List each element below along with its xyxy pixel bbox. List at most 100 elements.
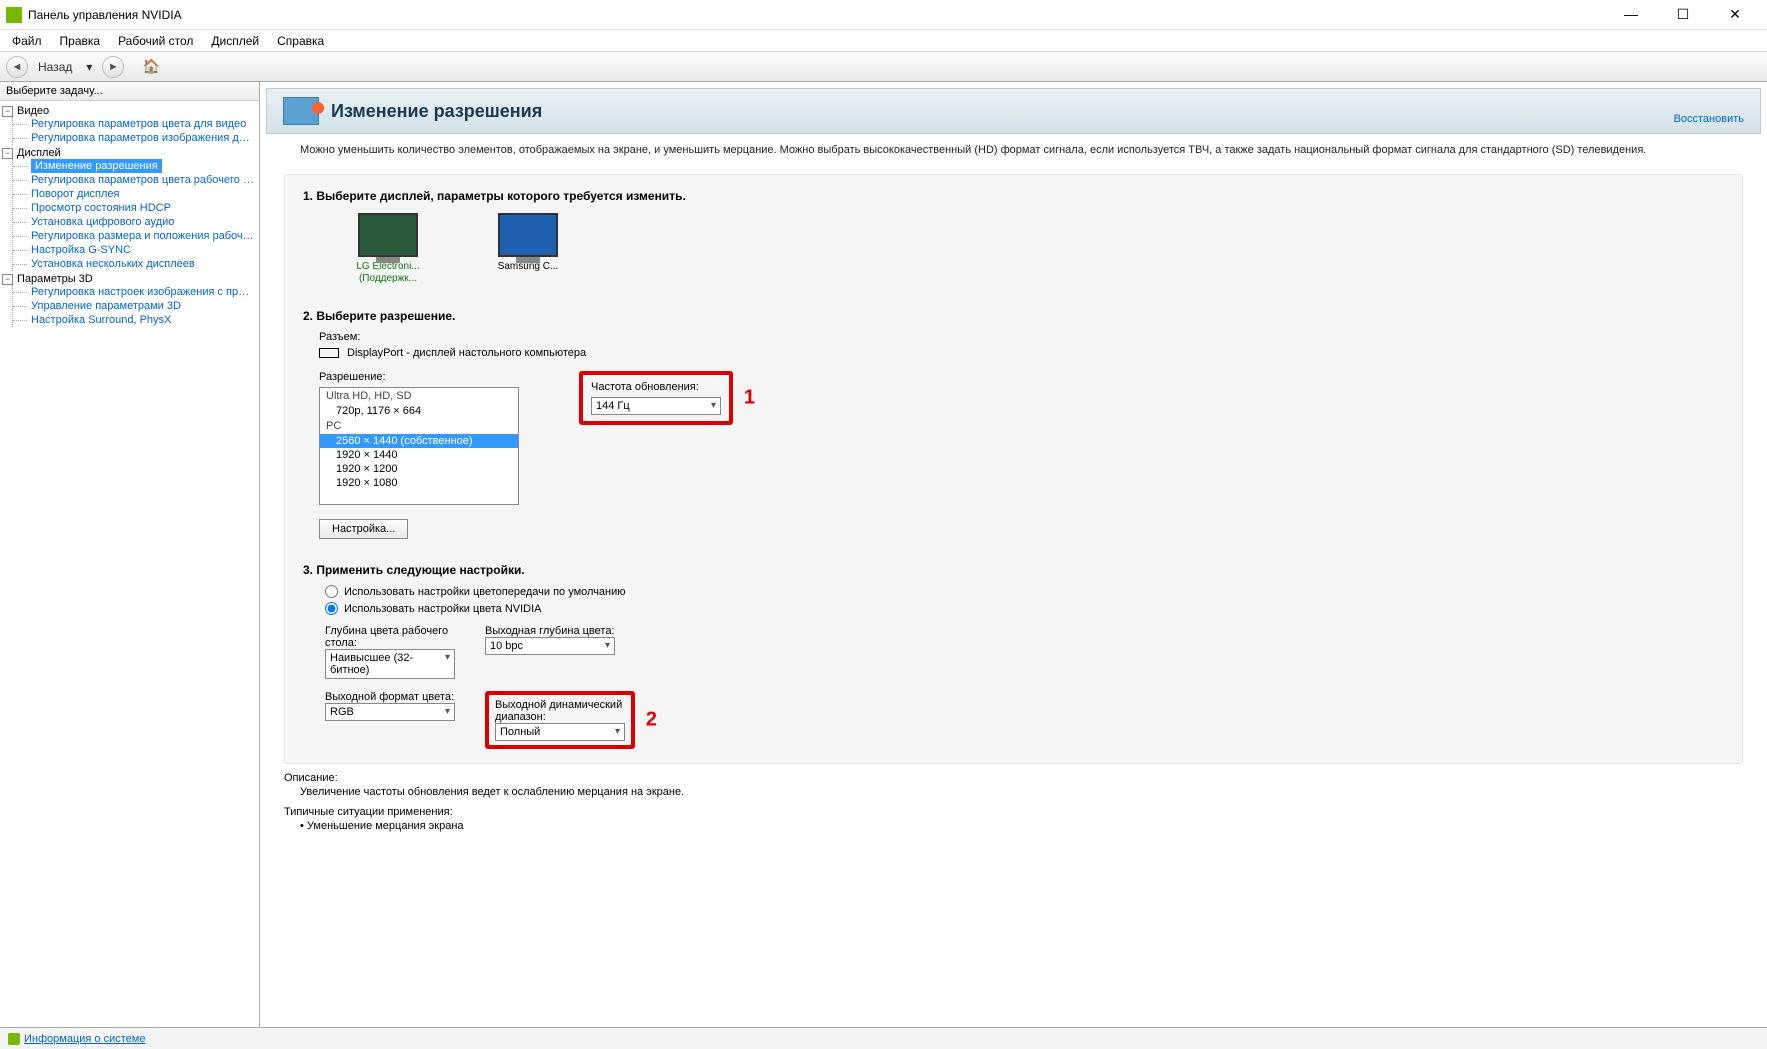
description-block: Описание: Увеличение частоты обновления …	[284, 772, 1743, 798]
info-icon	[8, 1033, 20, 1045]
close-button[interactable]: ✕	[1715, 6, 1755, 23]
resolution-listbox[interactable]: Ultra HD, HD, SD720p, 1176 × 664PC2560 ×…	[319, 387, 519, 505]
step1-title: 1. Выберите дисплей, параметры которого …	[303, 189, 1724, 203]
tree-item[interactable]: Регулировка параметров цвета рабочего ст…	[13, 173, 257, 187]
titlebar: Панель управления NVIDIA ― ☐ ✕	[0, 0, 1767, 30]
radio-nvidia-row[interactable]: Использовать настройки цвета NVIDIA	[325, 602, 1724, 615]
displayport-icon	[319, 348, 339, 358]
tree-category[interactable]: Параметры 3D	[17, 273, 93, 285]
output-range-dropdown[interactable]: Полный	[495, 723, 625, 741]
back-button[interactable]: ◄	[6, 56, 28, 78]
radio-nvidia-label: Использовать настройки цвета NVIDIA	[344, 603, 542, 615]
nvidia-icon	[6, 7, 22, 23]
tree-item[interactable]: Просмотр состояния HDCP	[13, 201, 257, 215]
radio-default[interactable]	[325, 585, 338, 598]
annotation-1: 1	[744, 387, 755, 410]
sidebar-header: Выберите задачу...	[0, 82, 259, 101]
sidebar: Выберите задачу... −ВидеоРегулировка пар…	[0, 82, 260, 1027]
system-info-link[interactable]: Информация о системе	[24, 1033, 145, 1045]
back-label: Назад	[34, 60, 76, 74]
tree-item[interactable]: Регулировка настроек изображения с просм…	[13, 285, 257, 299]
tree-item[interactable]: Регулировка параметров цвета для видео	[13, 117, 257, 131]
typical-block: Типичные ситуации применения: • Уменьшен…	[284, 806, 1743, 832]
color-depth-label: Глубина цвета рабочего стола:	[325, 625, 475, 649]
task-tree: −ВидеоРегулировка параметров цвета для в…	[0, 101, 259, 1027]
home-icon[interactable]: 🏠	[140, 56, 162, 78]
page-icon	[283, 97, 319, 125]
annotation-2: 2	[646, 709, 657, 732]
typical-title: Типичные ситуации применения:	[284, 806, 1743, 818]
tree-item[interactable]: Изменение разрешения	[13, 159, 257, 173]
main-content: Изменение разрешения Восстановить Можно …	[260, 82, 1767, 1027]
tree-item[interactable]: Настройка Surround, PhysX	[13, 313, 257, 327]
monitor-icon	[498, 213, 558, 257]
menu-display[interactable]: Дисплей	[203, 32, 267, 50]
resolution-item[interactable]: 2560 × 1440 (собственное)	[320, 434, 518, 448]
tree-item[interactable]: Управление параметрами 3D	[13, 299, 257, 313]
desc-title: Описание:	[284, 772, 1743, 784]
radio-default-row[interactable]: Использовать настройки цветопередачи по …	[325, 585, 1724, 598]
output-depth-dropdown[interactable]: 10 bpc	[485, 637, 615, 655]
menu-desktop[interactable]: Рабочий стол	[110, 32, 201, 50]
step3-title: 3. Применить следующие настройки.	[303, 563, 1724, 577]
resolution-label: Разрешение:	[319, 371, 519, 383]
menubar: Файл Правка Рабочий стол Дисплей Справка	[0, 30, 1767, 52]
page-header: Изменение разрешения Восстановить	[266, 88, 1761, 134]
tree-item[interactable]: Установка цифрового аудио	[13, 215, 257, 229]
menu-file[interactable]: Файл	[4, 32, 50, 50]
page-description: Можно уменьшить количество элементов, от…	[260, 134, 1767, 166]
tree-toggle[interactable]: −	[2, 274, 13, 285]
tree-item[interactable]: Поворот дисплея	[13, 187, 257, 201]
port-row: DisplayPort - дисплей настольного компью…	[319, 347, 1724, 359]
display-item[interactable]: Samsung C...	[483, 213, 573, 285]
page-title: Изменение разрешения	[331, 101, 1674, 122]
port-label: Разъем:	[319, 331, 1724, 343]
output-range-label: Выходной динамический диапазон:	[495, 699, 625, 723]
menu-edit[interactable]: Правка	[52, 32, 109, 50]
window-controls: ― ☐ ✕	[1611, 6, 1761, 23]
port-value: DisplayPort - дисплей настольного компью…	[347, 347, 586, 359]
resolution-item[interactable]: 1920 × 1200	[320, 462, 518, 476]
tree-category[interactable]: Видео	[17, 105, 49, 117]
display-item[interactable]: LG Electroni...(Поддержк...	[343, 213, 433, 285]
tree-item[interactable]: Регулировка параметров изображения для в…	[13, 131, 257, 145]
tree-item[interactable]: Установка нескольких дисплеев	[13, 257, 257, 271]
output-depth-label: Выходная глубина цвета:	[485, 625, 635, 637]
output-format-dropdown[interactable]: RGB	[325, 703, 455, 721]
color-depth-dropdown[interactable]: Наивысшее (32-битное)	[325, 649, 455, 679]
desc-body: Увеличение частоты обновления ведет к ос…	[300, 786, 1743, 798]
resolution-item[interactable]: 1920 × 1080	[320, 476, 518, 490]
tree-category[interactable]: Дисплей	[17, 147, 61, 159]
menu-help[interactable]: Справка	[269, 32, 332, 50]
maximize-button[interactable]: ☐	[1663, 6, 1703, 23]
refresh-rate-dropdown[interactable]: 144 Гц	[591, 397, 721, 415]
typical-item: • Уменьшение мерцания экрана	[300, 820, 1743, 832]
display-sublabel: (Поддержк...	[343, 273, 433, 285]
refresh-label: Частота обновления:	[591, 381, 721, 393]
radio-default-label: Использовать настройки цветопередачи по …	[344, 586, 626, 598]
minimize-button[interactable]: ―	[1611, 6, 1651, 23]
restore-link[interactable]: Восстановить	[1674, 113, 1744, 125]
tree-toggle[interactable]: −	[2, 148, 13, 159]
resolution-item[interactable]: 1920 × 1440	[320, 448, 518, 462]
output-format-label: Выходной формат цвета:	[325, 691, 475, 703]
monitor-icon	[358, 213, 418, 257]
tree-item[interactable]: Настройка G-SYNC	[13, 243, 257, 257]
customize-button[interactable]: Настройка...	[319, 519, 408, 539]
resolution-group: Ultra HD, HD, SD	[320, 388, 518, 404]
window-title: Панель управления NVIDIA	[28, 8, 1611, 22]
settings-panel: 1. Выберите дисплей, параметры которого …	[284, 174, 1743, 764]
annotation-box-2: Выходной динамический диапазон: Полный 2	[485, 691, 635, 749]
statusbar: Информация о системе	[0, 1027, 1767, 1049]
annotation-box-1: Частота обновления: 144 Гц 1	[579, 371, 733, 425]
resolution-item[interactable]: 720p, 1176 × 664	[320, 404, 518, 418]
tree-toggle[interactable]: −	[2, 106, 13, 117]
nav-toolbar: ◄ Назад ▾ ► 🏠	[0, 52, 1767, 82]
back-dropdown-icon[interactable]: ▾	[82, 60, 96, 74]
radio-nvidia[interactable]	[325, 602, 338, 615]
step2-title: 2. Выберите разрешение.	[303, 309, 1724, 323]
tree-item[interactable]: Регулировка размера и положения рабочего…	[13, 229, 257, 243]
forward-button[interactable]: ►	[102, 56, 124, 78]
resolution-group: PC	[320, 418, 518, 434]
display-selector: LG Electroni...(Поддержк... Samsung C...	[343, 213, 1724, 285]
